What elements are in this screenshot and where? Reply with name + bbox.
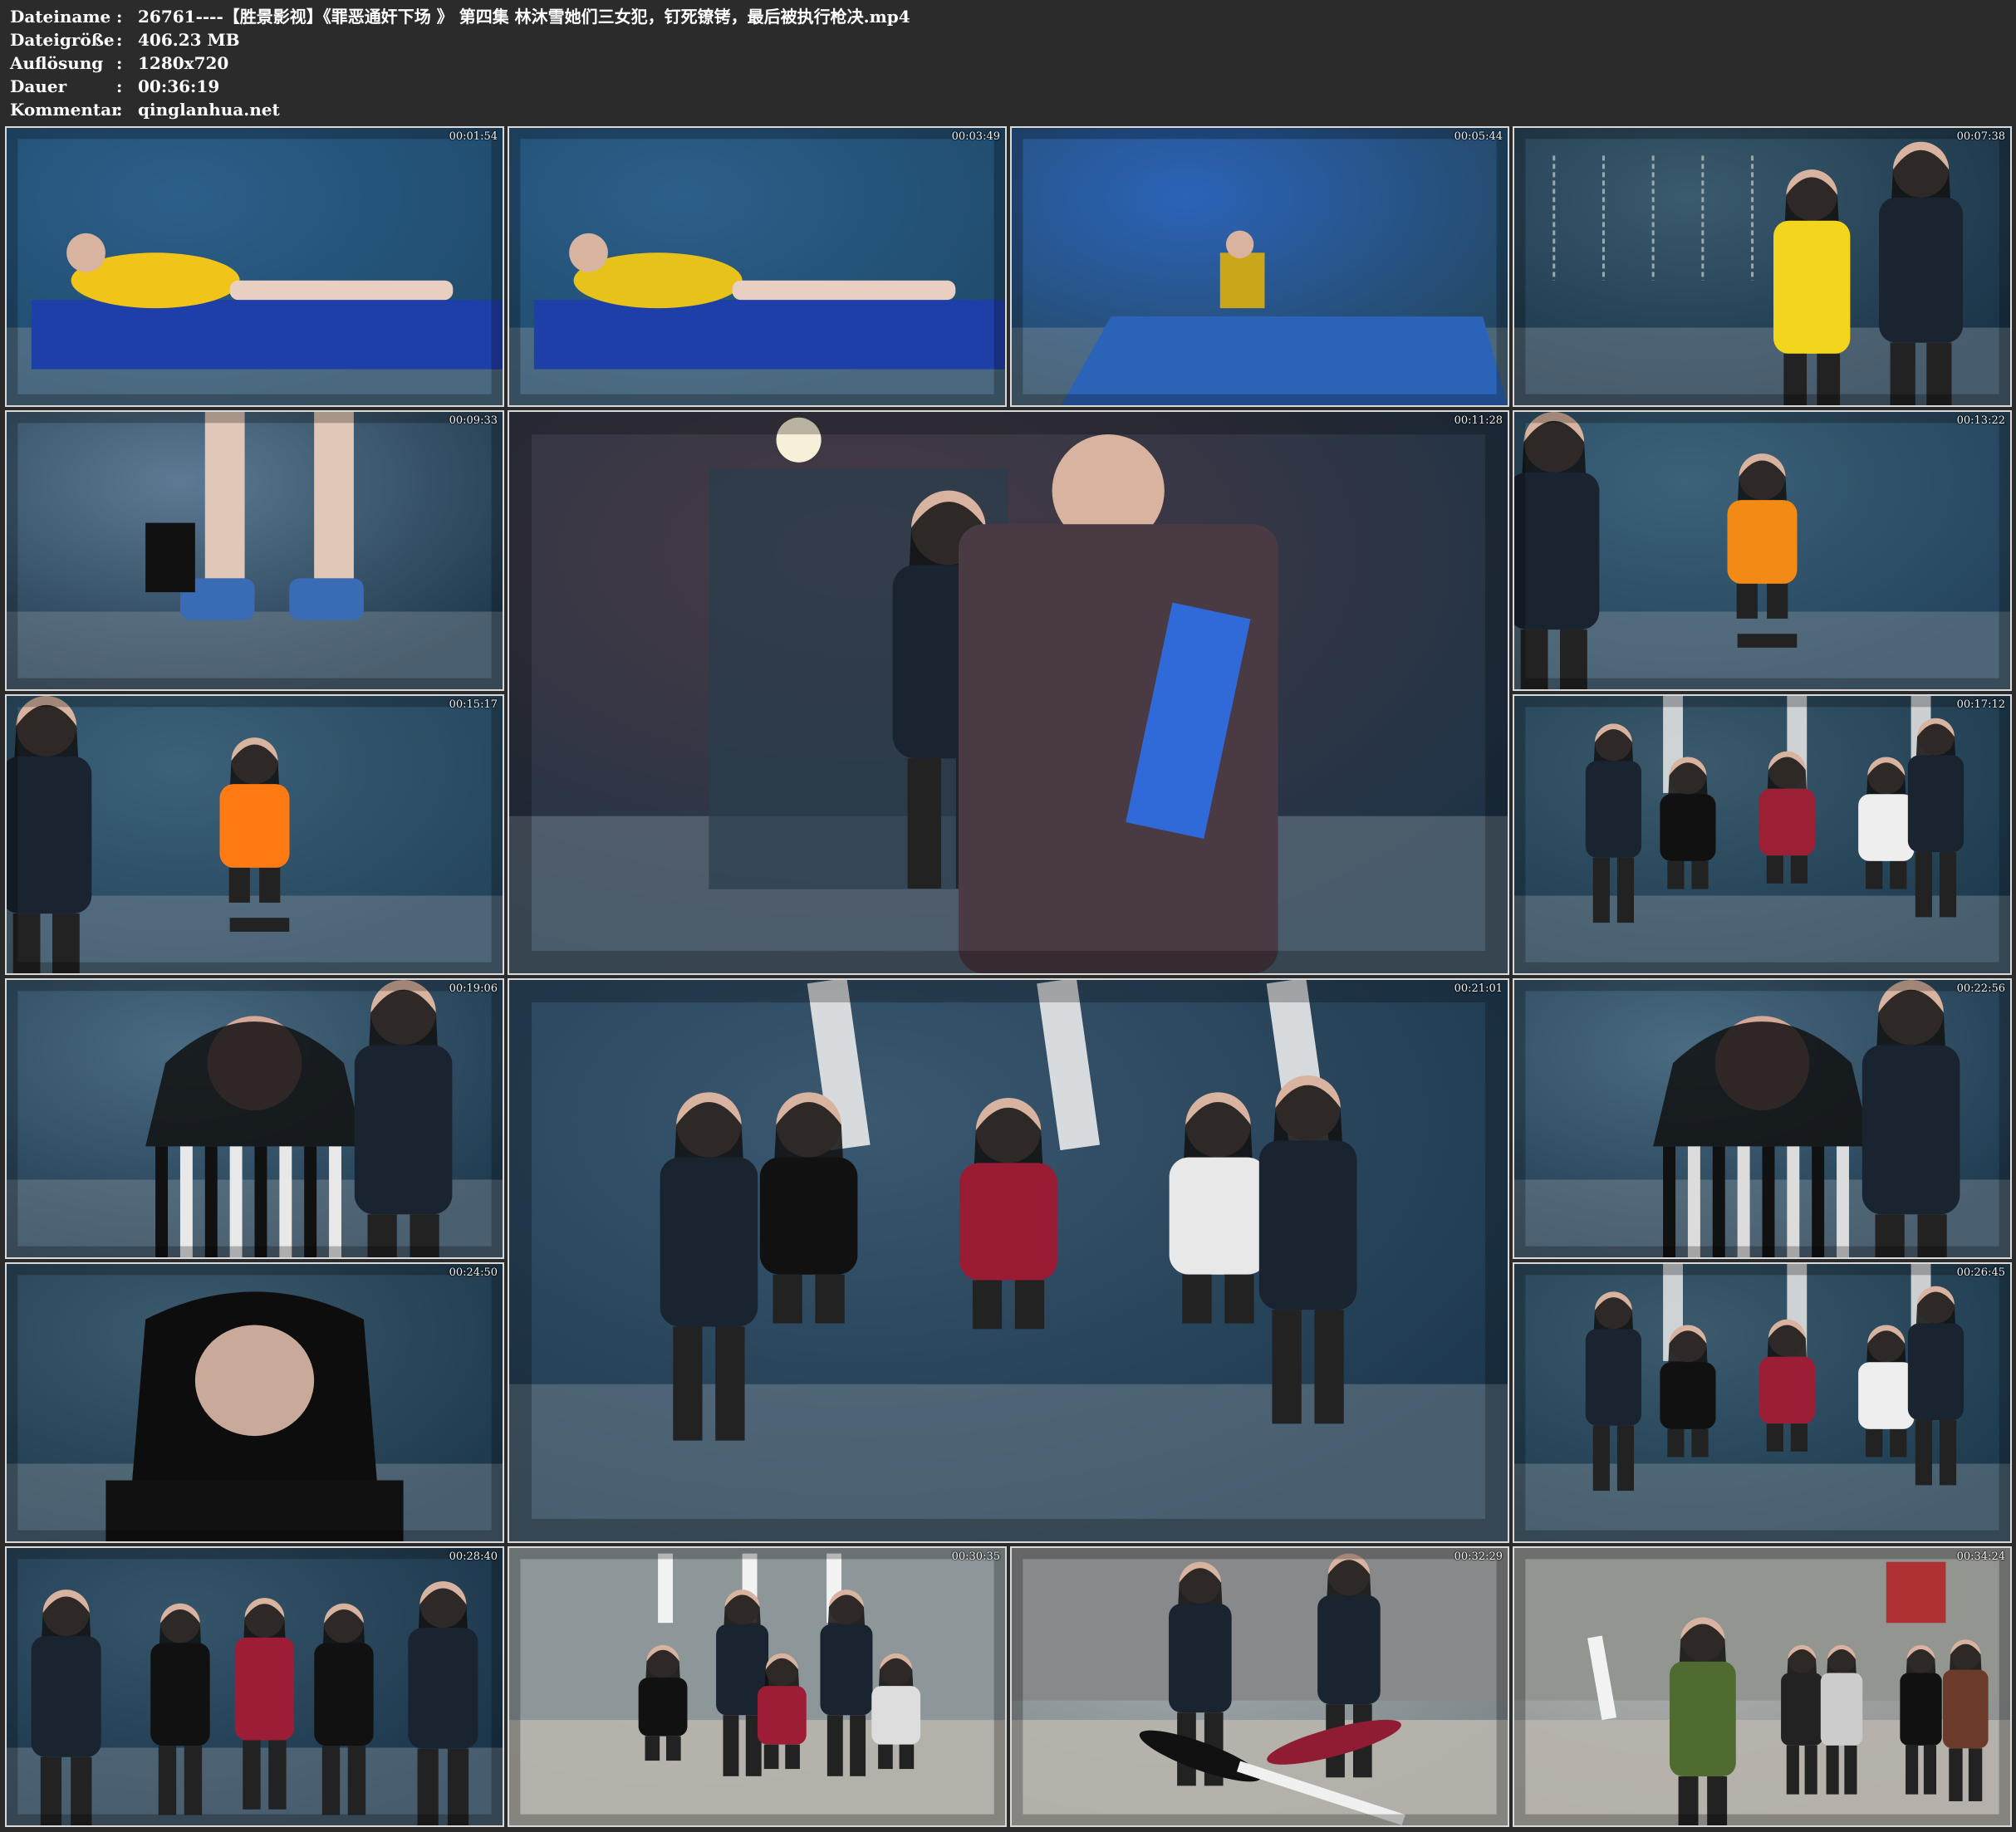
info-value-comment: qinglanhua.net	[138, 100, 280, 120]
thumbnail-frame-image	[1012, 1548, 1508, 1825]
video-thumbnail: 00:21:01	[508, 978, 1509, 1543]
thumbnail-frame-image	[7, 1548, 503, 1825]
thumbnail-frame-image	[1514, 1264, 2010, 1541]
thumbnail-timestamp: 00:03:49	[951, 130, 1000, 143]
thumbnail-frame-image	[7, 696, 503, 973]
thumbnail-timestamp: 00:30:35	[951, 1550, 1000, 1563]
thumbnail-frame-image	[509, 128, 1005, 405]
thumbnail-timestamp: 00:22:56	[1956, 982, 2005, 995]
thumbnail-frame-image	[509, 980, 1508, 1541]
thumbnail-frame-image	[1514, 696, 2010, 973]
thumbnail-timestamp: 00:17:12	[1956, 698, 2005, 711]
video-thumbnail: 00:11:28	[508, 410, 1509, 975]
thumbnail-frame-image	[509, 412, 1508, 973]
info-sep: :	[116, 76, 123, 96]
video-thumbnail: 00:15:17	[5, 694, 504, 975]
info-sep: :	[116, 100, 123, 120]
video-thumbnail: 00:13:22	[1513, 410, 2012, 691]
thumbnail-timestamp: 00:11:28	[1454, 414, 1503, 427]
thumbnail-timestamp: 00:26:45	[1956, 1266, 2005, 1279]
video-thumbnail: 00:22:56	[1513, 978, 2012, 1259]
info-row-comment: Kommentar : qinglanhua.net	[10, 98, 910, 121]
info-sep: :	[116, 30, 123, 50]
info-row-filesize: Dateigröße : 406.23 MB	[10, 28, 910, 51]
thumbnail-timestamp: 00:07:38	[1956, 130, 2005, 143]
video-thumbnail: 00:34:24	[1513, 1546, 2012, 1827]
info-key: Kommentar	[10, 100, 120, 120]
thumbnail-timestamp: 00:32:29	[1454, 1550, 1503, 1563]
thumbnail-frame-image	[1514, 128, 2010, 405]
info-key: Dateigröße	[10, 30, 115, 50]
info-value-filesize: 406.23 MB	[138, 30, 240, 50]
thumbnail-frame-image	[7, 128, 503, 405]
thumbnail-frame-image	[1514, 980, 2010, 1257]
info-key: Dateiname	[10, 7, 111, 27]
video-thumbnail: 00:19:06	[5, 978, 504, 1259]
video-thumbnail: 00:32:29	[1010, 1546, 1509, 1827]
thumbnail-timestamp: 00:01:54	[449, 130, 498, 143]
info-key: Dauer	[10, 76, 67, 96]
thumbnail-timestamp: 00:34:24	[1956, 1550, 2005, 1563]
video-thumbnail: 00:07:38	[1513, 126, 2012, 407]
thumbnail-frame-image	[1514, 1548, 2010, 1825]
thumbnail-frame-image	[1514, 412, 2010, 689]
info-value-resolution: 1280x720	[138, 53, 229, 73]
video-thumbnail: 00:09:33	[5, 410, 504, 691]
thumbnail-frame-image	[1012, 128, 1508, 405]
file-info-header: Dateiname : 26761----【胜景影视】《罪恶通奸下场 》 第四集…	[10, 5, 910, 121]
video-thumbnail: 00:03:49	[508, 126, 1007, 407]
info-row-duration: Dauer : 00:36:19	[10, 75, 910, 98]
video-thumbnail: 00:24:50	[5, 1262, 504, 1543]
info-sep: :	[116, 53, 123, 73]
thumbnail-timestamp: 00:24:50	[449, 1266, 498, 1279]
info-sep: :	[116, 7, 123, 27]
thumbnail-timestamp: 00:19:06	[449, 982, 498, 995]
info-row-resolution: Auflösung : 1280x720	[10, 51, 910, 75]
thumbnail-frame-image	[7, 1264, 503, 1541]
video-thumbnail: 00:26:45	[1513, 1262, 2012, 1543]
thumbnail-timestamp: 00:15:17	[449, 698, 498, 711]
video-thumbnail: 00:30:35	[508, 1546, 1007, 1827]
info-row-filename: Dateiname : 26761----【胜景影视】《罪恶通奸下场 》 第四集…	[10, 5, 910, 28]
thumbnail-frame-image	[7, 412, 503, 689]
video-thumbnail: 00:28:40	[5, 1546, 504, 1827]
thumbnail-frame-image	[509, 1548, 1005, 1825]
video-thumbnail: 00:05:44	[1010, 126, 1509, 407]
thumbnail-timestamp: 00:05:44	[1454, 130, 1503, 143]
video-thumbnail: 00:01:54	[5, 126, 504, 407]
thumbnail-frame-image	[7, 980, 503, 1257]
thumbnail-timestamp: 00:09:33	[449, 414, 498, 427]
info-value-filename: 26761----【胜景影视】《罪恶通奸下场 》 第四集 林沐雪她们三女犯，钉死…	[138, 7, 910, 27]
info-value-duration: 00:36:19	[138, 76, 220, 96]
info-key: Auflösung	[10, 53, 104, 73]
thumbnail-timestamp: 00:13:22	[1956, 414, 2005, 427]
thumbnail-timestamp: 00:21:01	[1454, 982, 1503, 995]
video-thumbnail: 00:17:12	[1513, 694, 2012, 975]
thumbnail-timestamp: 00:28:40	[449, 1550, 498, 1563]
